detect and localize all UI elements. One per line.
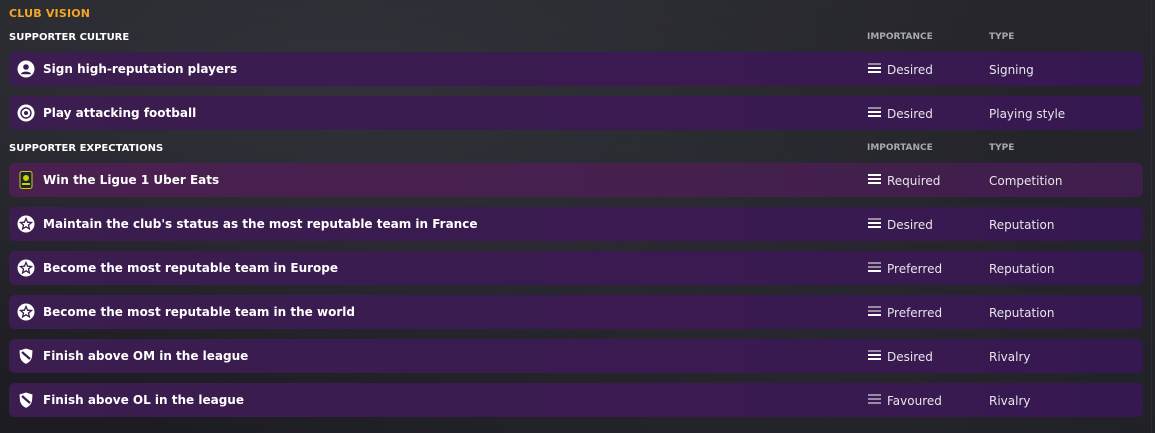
vision-label: Become the most reputable team in the wo… — [43, 305, 355, 319]
star-icon — [17, 215, 35, 233]
vision-row[interactable]: Finish above OM in the league Desired Ri… — [9, 339, 1143, 373]
vision-row[interactable]: Win the Ligue 1 Uber Eats Required Compe… — [9, 163, 1143, 197]
shield-icon — [19, 392, 33, 408]
vision-label: Finish above OM in the league — [43, 349, 249, 363]
vision-row[interactable]: Become the most reputable team in the wo… — [9, 295, 1143, 329]
vision-row[interactable]: Sign high-reputation players Desired Sig… — [9, 52, 1143, 86]
importance-icon — [868, 394, 881, 408]
panel-title: CLUB VISION — [9, 7, 91, 20]
importance-value: Preferred — [887, 306, 943, 320]
importance-value: Required — [887, 174, 941, 188]
type-value: Reputation — [989, 306, 1055, 320]
importance-icon — [868, 63, 881, 77]
club-vision-panel: CLUB VISION SUPPORTER CULTURE IMPORTANCE… — [0, 0, 1152, 433]
type-value: Signing — [989, 63, 1034, 77]
type-value: Rivalry — [989, 350, 1031, 364]
football-icon — [17, 104, 35, 122]
importance-value: Desired — [887, 350, 933, 364]
type-column-header: TYPE — [989, 143, 1015, 153]
vision-label: Become the most reputable team in Europe — [43, 261, 339, 275]
vision-label: Finish above OL in the league — [43, 393, 244, 407]
section-title: SUPPORTER EXPECTATIONS — [9, 143, 164, 154]
importance-value: Desired — [887, 218, 933, 232]
importance-value: Preferred — [887, 262, 943, 276]
type-value: Reputation — [989, 218, 1055, 232]
league-logo-icon — [19, 171, 33, 189]
type-value: Rivalry — [989, 394, 1031, 408]
importance-icon — [868, 262, 881, 276]
importance-icon — [868, 174, 881, 188]
vision-label: Maintain the club's status as the most r… — [43, 217, 478, 231]
star-icon — [17, 259, 35, 277]
importance-icon — [868, 218, 881, 232]
section-header-supporter-expectations: SUPPORTER EXPECTATIONS IMPORTANCE TYPE — [9, 143, 1143, 157]
person-icon — [17, 60, 35, 78]
type-value: Competition — [989, 174, 1063, 188]
section-header-supporter-culture: SUPPORTER CULTURE IMPORTANCE TYPE — [9, 32, 1143, 46]
shield-icon — [19, 348, 33, 364]
vision-row[interactable]: Become the most reputable team in Europe… — [9, 251, 1143, 285]
vision-row[interactable]: Play attacking football Desired Playing … — [9, 96, 1143, 130]
vision-row[interactable]: Maintain the club's status as the most r… — [9, 207, 1143, 241]
importance-value: Favoured — [887, 394, 942, 408]
type-value: Reputation — [989, 262, 1055, 276]
importance-icon — [868, 107, 881, 121]
vision-label: Play attacking football — [43, 106, 197, 120]
importance-value: Desired — [887, 107, 933, 121]
star-icon — [17, 303, 35, 321]
type-value: Playing style — [989, 107, 1066, 121]
vision-label: Sign high-reputation players — [43, 62, 238, 76]
importance-value: Desired — [887, 63, 933, 77]
section-title: SUPPORTER CULTURE — [9, 32, 130, 43]
importance-icon — [868, 306, 881, 320]
importance-icon — [868, 350, 881, 364]
importance-column-header: IMPORTANCE — [867, 32, 933, 42]
vision-label: Win the Ligue 1 Uber Eats — [43, 173, 220, 187]
type-column-header: TYPE — [989, 32, 1015, 42]
importance-column-header: IMPORTANCE — [867, 143, 933, 153]
vision-row[interactable]: Finish above OL in the league Favoured R… — [9, 383, 1143, 417]
